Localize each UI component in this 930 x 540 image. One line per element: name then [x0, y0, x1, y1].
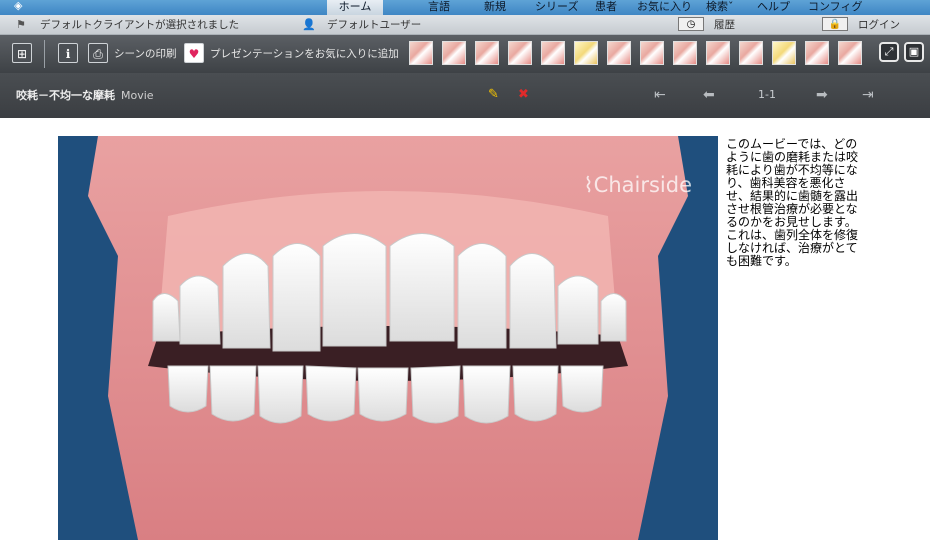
chevron-down-icon: ˇ: [728, 0, 734, 13]
add-to-favorites-button[interactable]: プレゼンテーションをお気に入りに追加: [210, 47, 399, 61]
print-scene-button[interactable]: シーンの印刷: [114, 47, 176, 61]
chairside-watermark: ⌇Chairside: [583, 172, 692, 198]
watermark-logo-icon: ⌇: [583, 173, 594, 197]
user-icon: 👤: [302, 18, 316, 31]
delete-icon[interactable]: ✖: [518, 87, 529, 103]
scene-thumbnail[interactable]: [409, 41, 433, 65]
print-icon[interactable]: ⎙: [88, 43, 108, 63]
nav-help[interactable]: ヘルプ: [757, 0, 790, 15]
heart-icon[interactable]: ♥: [184, 43, 204, 63]
camera-icon[interactable]: ▣: [904, 42, 924, 62]
scene-thumbnail[interactable]: [673, 41, 697, 65]
last-page-icon[interactable]: ⇥: [862, 86, 874, 104]
watermark-text: Chairside: [593, 173, 692, 197]
scene-thumbnail[interactable]: [541, 41, 565, 65]
scene-thumbnail[interactable]: [739, 41, 763, 65]
title-type: Movie: [121, 89, 154, 102]
scene-thumbnail[interactable]: [508, 41, 532, 65]
movie-description: このムービーでは、どのように歯の磨耗または咬耗により歯が不均等になり、歯科美容を…: [726, 137, 859, 268]
info-icon[interactable]: ℹ: [58, 43, 78, 63]
first-page-icon[interactable]: ⇤: [654, 86, 666, 104]
scene-thumbnail[interactable]: [475, 41, 499, 65]
nav-config[interactable]: コンフィグ: [808, 0, 862, 15]
nav-search-label: 検索: [706, 0, 728, 13]
nav-favorites[interactable]: お気に入り: [637, 0, 692, 15]
top-navigation-bar: [0, 0, 930, 15]
expand-icon[interactable]: ⤢: [879, 42, 899, 62]
scene-thumbnail[interactable]: [805, 41, 829, 65]
flag-icon: ⚑: [16, 18, 26, 31]
page-indicator: 1-1: [758, 88, 776, 101]
login-link[interactable]: ログイン: [858, 17, 900, 33]
scene-thumbnail[interactable]: [838, 41, 862, 65]
scene-thumbnail[interactable]: [640, 41, 664, 65]
history-link[interactable]: 履歴: [714, 17, 735, 33]
title-main: 咬耗－不均一な摩耗: [16, 89, 115, 102]
scene-thumbnail[interactable]: [607, 41, 631, 65]
client-status: デフォルトクライアントが選択されました: [40, 19, 240, 31]
presentation-title: 咬耗－不均一な摩耗 Movie: [16, 89, 154, 103]
pencil-icon[interactable]: ✎: [488, 87, 499, 103]
previous-page-icon[interactable]: ⬅: [703, 86, 715, 104]
scene-thumbnail[interactable]: [706, 41, 730, 65]
nav-home[interactable]: ホーム: [327, 0, 383, 15]
nav-series[interactable]: シリーズ: [535, 0, 578, 15]
scene-thumbnail[interactable]: [574, 41, 598, 65]
chairside-logo-icon: ◈: [14, 0, 23, 12]
toolbar-divider: [44, 40, 45, 68]
nav-search[interactable]: 検索ˇ: [706, 0, 734, 15]
clock-icon[interactable]: ◷: [678, 17, 704, 31]
nav-new[interactable]: 新規: [484, 0, 506, 15]
scene-thumbnail[interactable]: [772, 41, 796, 65]
next-page-icon[interactable]: ➡: [816, 86, 828, 104]
nav-patient[interactable]: 患者: [595, 0, 617, 15]
grid-icon[interactable]: ⊞: [12, 43, 32, 63]
user-status: デフォルトユーザー: [327, 19, 422, 31]
nav-language[interactable]: 言語: [428, 0, 450, 15]
lock-icon[interactable]: 🔒: [822, 17, 848, 31]
movie-player[interactable]: ⌇Chairside: [58, 136, 718, 540]
scene-thumbnail[interactable]: [442, 41, 466, 65]
